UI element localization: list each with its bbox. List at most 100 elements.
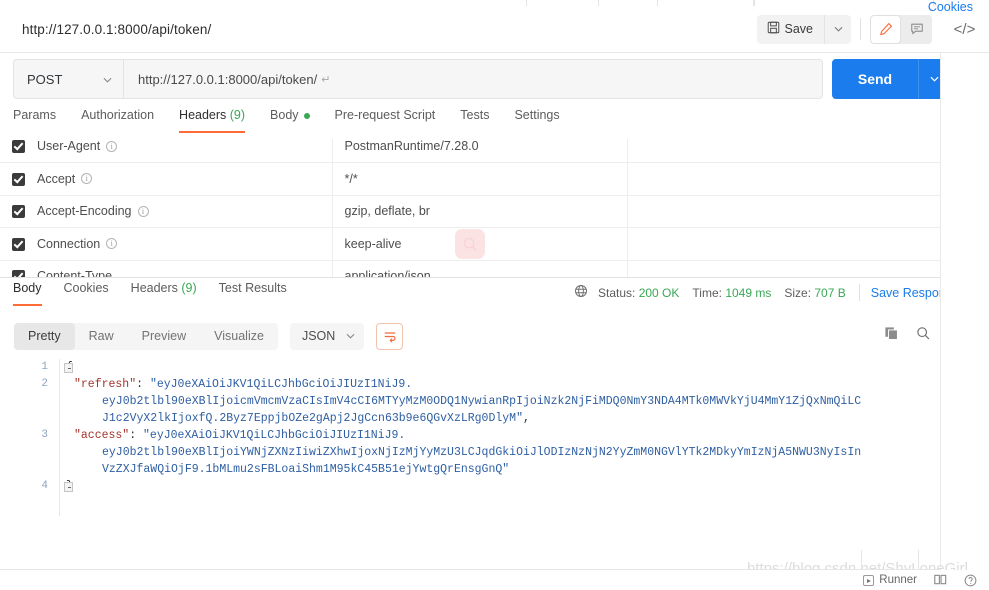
status-value: 200 OK	[638, 285, 680, 300]
copy-button[interactable]	[884, 326, 899, 346]
checkmark-icon	[12, 172, 25, 186]
header-enabled-checkbox[interactable]	[0, 260, 37, 278]
code-token-str: "eyJ0eXAiOiJKV1QiLCJhbGciOiJIUzI1NiJ9.	[143, 429, 406, 442]
header-enabled-checkbox[interactable]	[0, 195, 37, 228]
save-button[interactable]: Save	[756, 14, 825, 44]
help-circle-icon	[964, 574, 977, 586]
header-enabled-checkbox[interactable]	[0, 139, 37, 163]
header-description-cell[interactable]	[627, 162, 940, 196]
header-enabled-checkbox[interactable]	[0, 162, 37, 196]
code-token-str: VzZXJfaWQiOjF9.1bMLmu2sFBLoaiShm1M95kC45…	[102, 463, 510, 476]
checkmark-icon	[12, 205, 25, 219]
header-value-cell[interactable]: application/json	[332, 260, 628, 278]
view-mode-raw[interactable]: Raw	[75, 323, 128, 350]
headers-table-area: User-Agent i PostmanRuntime/7.28.0 Accept i *…	[0, 139, 989, 278]
header-value-cell[interactable]: */*	[332, 162, 628, 196]
runner-button[interactable]: Runner	[863, 574, 917, 586]
header-description-cell[interactable]	[627, 227, 940, 261]
code-fold-toggle[interactable]	[64, 363, 73, 373]
cookies-link[interactable]: Cookies	[928, 0, 973, 14]
copy-icon	[885, 327, 898, 340]
url-value: http://127.0.0.1:8000/api/token/	[138, 71, 318, 87]
status-label: Status:	[598, 285, 636, 300]
two-pane-icon	[934, 574, 947, 585]
code-token-str: J1c2VyX2lkIjoxfQ.2Byz7EppjbOZe2gApj2JgCc…	[102, 412, 523, 425]
header-key-cell[interactable]: Content-Type	[37, 260, 333, 278]
view-mode-preview[interactable]: Preview	[128, 323, 200, 350]
table-row[interactable]: Accept i */*	[0, 162, 940, 196]
request-tab-pre-request-script[interactable]: Pre-request Script	[335, 108, 436, 131]
format-select[interactable]: JSON	[289, 322, 365, 350]
size-label: Size:	[784, 285, 812, 300]
search-button[interactable]	[916, 326, 931, 346]
info-icon[interactable]: i	[81, 173, 93, 185]
header-description-cell[interactable]	[627, 260, 940, 278]
info-icon[interactable]: i	[106, 238, 118, 250]
header-key-wrap: Accept-Encoding i	[37, 204, 332, 218]
response-tab-cookies[interactable]: Cookies	[64, 281, 109, 304]
send-button[interactable]: Send	[832, 59, 918, 99]
header-enabled-checkbox[interactable]	[0, 227, 37, 261]
code-fold-toggle[interactable]	[64, 482, 73, 492]
layout-button[interactable]	[934, 574, 947, 586]
request-name-bar: http://127.0.0.1:8000/api/token/ Save	[0, 6, 940, 53]
request-title: http://127.0.0.1:8000/api/token/	[22, 21, 212, 37]
table-row[interactable]: Accept-Encoding i gzip, deflate, br	[0, 195, 940, 228]
request-tab-settings[interactable]: Settings	[514, 108, 559, 131]
code-token-key: "access"	[74, 429, 130, 442]
header-value-cell[interactable]: PostmanRuntime/7.28.0	[332, 139, 628, 163]
globe-icon	[574, 284, 588, 301]
table-row[interactable]: User-Agent i PostmanRuntime/7.28.0	[0, 139, 940, 163]
response-tab-label: Cookies	[63, 281, 109, 295]
request-tab-body[interactable]: Body	[270, 108, 310, 131]
status-group: Status: 200 OK	[598, 286, 679, 300]
code-token-punct: ,	[522, 412, 530, 425]
header-description-cell[interactable]	[627, 195, 940, 228]
http-method-select[interactable]: POST	[13, 59, 123, 99]
size-group: Size: 707 B	[784, 286, 845, 300]
line-number: 1	[41, 361, 48, 373]
response-tab-label: Headers	[130, 281, 178, 295]
request-tab-tests[interactable]: Tests	[460, 108, 489, 131]
header-key-label: Accept-Encoding	[37, 204, 132, 219]
edit-pencil-button[interactable]	[870, 14, 901, 44]
response-body-code[interactable]: 1234 {"refresh": "eyJ0eXAiOiJKV1QiLCJhbG…	[0, 359, 940, 516]
wrap-lines-button[interactable]	[376, 322, 404, 350]
code-line: eyJ0b2tlbl90eXBlIjoiYWNjZXNzIiwiZXhwIjox…	[102, 446, 861, 459]
response-tab-test-results[interactable]: Test Results	[219, 281, 287, 304]
save-dropdown-button[interactable]	[825, 14, 851, 44]
header-value-cell[interactable]: gzip, deflate, br	[332, 195, 628, 228]
header-key-cell[interactable]: Accept-Encoding i	[37, 195, 333, 228]
header-key-wrap: Connection i	[37, 237, 332, 251]
response-meta: Status: 200 OK Time: 1049 ms Size: 707 B…	[574, 284, 973, 301]
code-token-str: eyJ0b2tlbl90eXBlIjoiYWNjZXNzIiwiZXhwIjox…	[102, 446, 862, 459]
request-tab-headers[interactable]: Headers (9)	[179, 108, 246, 133]
help-button[interactable]	[964, 574, 977, 587]
view-mode-pretty[interactable]: Pretty	[14, 322, 75, 350]
http-method-value: POST	[27, 71, 63, 87]
view-mode-visualize[interactable]: Visualize	[200, 323, 278, 350]
format-value: JSON	[301, 329, 336, 343]
response-tab-body[interactable]: Body	[13, 281, 42, 306]
size-value: 707 B	[814, 285, 846, 300]
request-tab-params[interactable]: Params	[13, 108, 56, 131]
header-key-cell[interactable]: User-Agent i	[37, 139, 333, 163]
comment-button[interactable]	[901, 15, 932, 44]
header-description-cell[interactable]	[627, 139, 940, 163]
info-icon[interactable]: i	[106, 140, 118, 152]
code-line: J1c2VyX2lkIjoxfQ.2Byz7EppjbOZe2gApj2JgCc…	[102, 412, 530, 425]
comment-icon	[910, 23, 923, 35]
response-separator	[0, 277, 989, 278]
request-tabs: Params Authorization Headers (9) Body Pre-re…	[0, 108, 989, 139]
chevron-down-icon	[103, 70, 112, 88]
response-tab-headers[interactable]: Headers (9)	[131, 281, 197, 304]
table-row[interactable]: Content-Type application/json	[0, 260, 940, 278]
url-input[interactable]: http://127.0.0.1:8000/api/token/ ↵	[123, 59, 823, 99]
header-key-wrap: User-Agent i	[37, 139, 332, 153]
request-tab-authorization[interactable]: Authorization	[81, 108, 154, 131]
header-key-cell[interactable]: Accept i	[37, 162, 333, 196]
header-key-cell[interactable]: Connection i	[37, 227, 333, 261]
info-icon[interactable]: i	[137, 205, 149, 217]
save-button-group: Save	[756, 14, 851, 44]
chevron-down-icon	[834, 26, 842, 32]
